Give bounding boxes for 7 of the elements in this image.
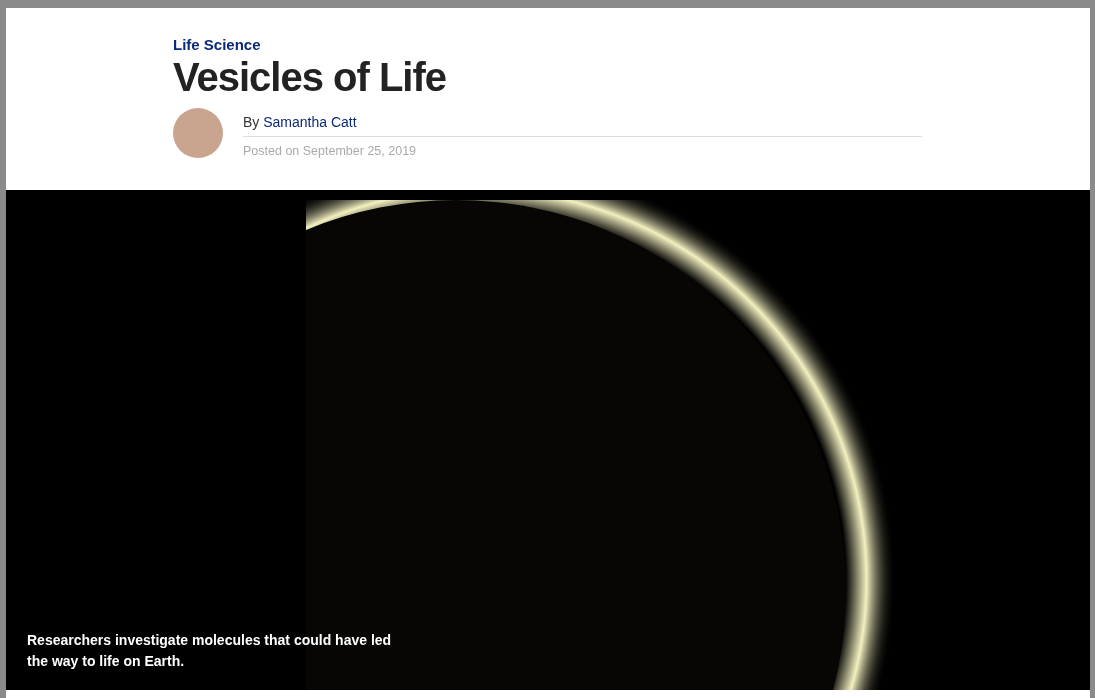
avatar: [173, 108, 223, 158]
photo-caption: Researchers investigate molecules that could have led the way to life on Earth.: [27, 631, 393, 671]
author-link[interactable]: Samantha Catt: [263, 114, 357, 130]
post-date: Posted on September 25, 2019: [243, 143, 417, 160]
byline: By Samantha Catt: [243, 113, 357, 132]
category-link[interactable]: Life Science: [173, 36, 922, 54]
article-title: Vesicles of Life: [173, 54, 447, 100]
